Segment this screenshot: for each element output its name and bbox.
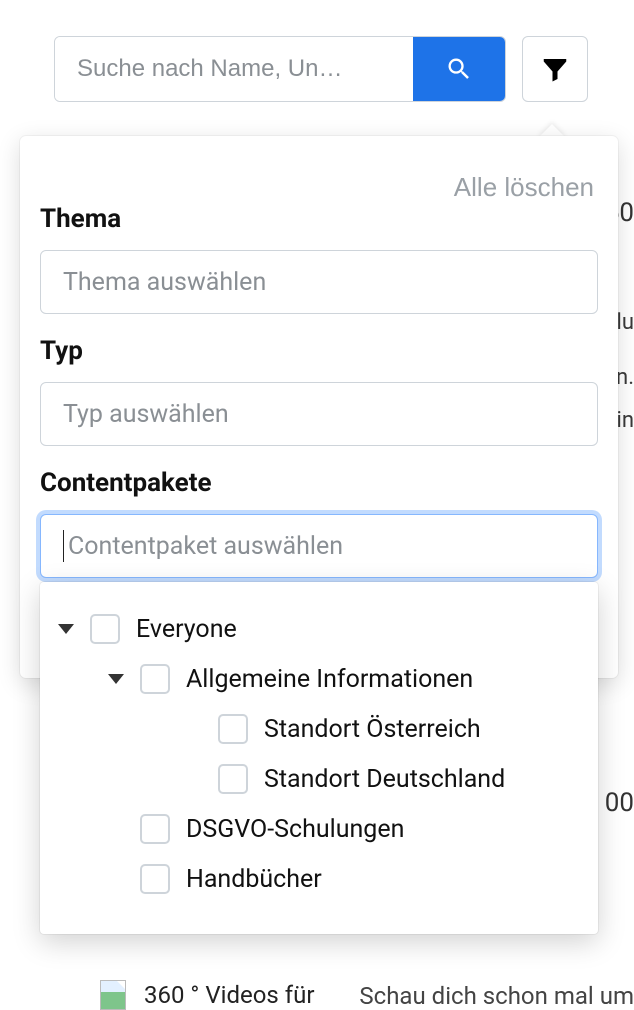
tree-label-everyone: Everyone <box>136 615 237 644</box>
typ-section: Typ Typ auswählen <box>40 336 598 446</box>
search-button[interactable] <box>413 37 505 101</box>
thema-select[interactable]: Thema auswählen <box>40 250 598 314</box>
tree-item-dsgvo[interactable]: DSGVO-Schulungen <box>58 804 580 854</box>
filter-panel: Alle löschen Thema Thema auswählen Typ T… <box>20 136 618 678</box>
bg-frag-3: n. <box>616 365 634 390</box>
contentpakete-label: Contentpakete <box>40 468 598 498</box>
bg-frag-4: in <box>617 408 634 433</box>
tree-label-deutschland: Standort Deutschland <box>264 765 505 794</box>
tree-label-handbuecher: Handbücher <box>186 865 322 894</box>
bg-bottom-title: 360 ° Videos für <box>144 981 314 1009</box>
checkbox-everyone[interactable] <box>90 614 120 644</box>
text-cursor <box>63 530 64 562</box>
search-input[interactable] <box>55 37 413 101</box>
typ-placeholder: Typ auswählen <box>63 400 229 429</box>
tree-item-handbuecher[interactable]: Handbücher <box>58 854 580 904</box>
bg-bottom-right: Schau dich schon mal um <box>359 982 634 1010</box>
checkbox-deutschland[interactable] <box>218 764 248 794</box>
checkbox-handbuecher[interactable] <box>140 864 170 894</box>
thema-label: Thema <box>40 204 598 234</box>
checkbox-allgemeine[interactable] <box>140 664 170 694</box>
typ-label: Typ <box>40 336 598 366</box>
search-icon <box>445 55 473 83</box>
tree-item-deutschland[interactable]: Standort Deutschland <box>58 754 580 804</box>
contentpakete-section: Contentpakete Contentpaket auswählen Eve… <box>40 468 598 578</box>
chevron-down-icon[interactable] <box>108 674 124 684</box>
filter-icon <box>540 54 570 84</box>
checkbox-dsgvo[interactable] <box>140 814 170 844</box>
contentpakete-select[interactable]: Contentpaket auswählen <box>40 514 598 578</box>
filter-button[interactable] <box>522 36 588 102</box>
contentpakete-tree-dropdown: Everyone Allgemeine Informationen Stando… <box>40 582 598 934</box>
contentpakete-placeholder: Contentpaket auswählen <box>68 532 343 561</box>
tree-item-oesterreich[interactable]: Standort Österreich <box>58 704 580 754</box>
tree-label-dsgvo: DSGVO-Schulungen <box>186 815 404 844</box>
search-group <box>54 36 506 102</box>
typ-select[interactable]: Typ auswählen <box>40 382 598 446</box>
top-bar <box>0 0 634 102</box>
tree-item-everyone[interactable]: Everyone <box>58 604 580 654</box>
thema-placeholder: Thema auswählen <box>63 268 266 297</box>
thema-section: Thema Thema auswählen <box>40 204 598 314</box>
tree-label-allgemeine: Allgemeine Informationen <box>186 665 473 694</box>
chevron-down-icon[interactable] <box>58 624 74 634</box>
tree-item-allgemeine[interactable]: Allgemeine Informationen <box>58 654 580 704</box>
clear-all-button[interactable]: Alle löschen <box>454 172 594 203</box>
bg-frag-2: lu <box>617 310 634 335</box>
thumbnail-icon <box>100 980 126 1010</box>
bg-frag-5: 00 <box>605 780 634 826</box>
tree-label-oesterreich: Standort Österreich <box>264 715 481 744</box>
checkbox-oesterreich[interactable] <box>218 714 248 744</box>
